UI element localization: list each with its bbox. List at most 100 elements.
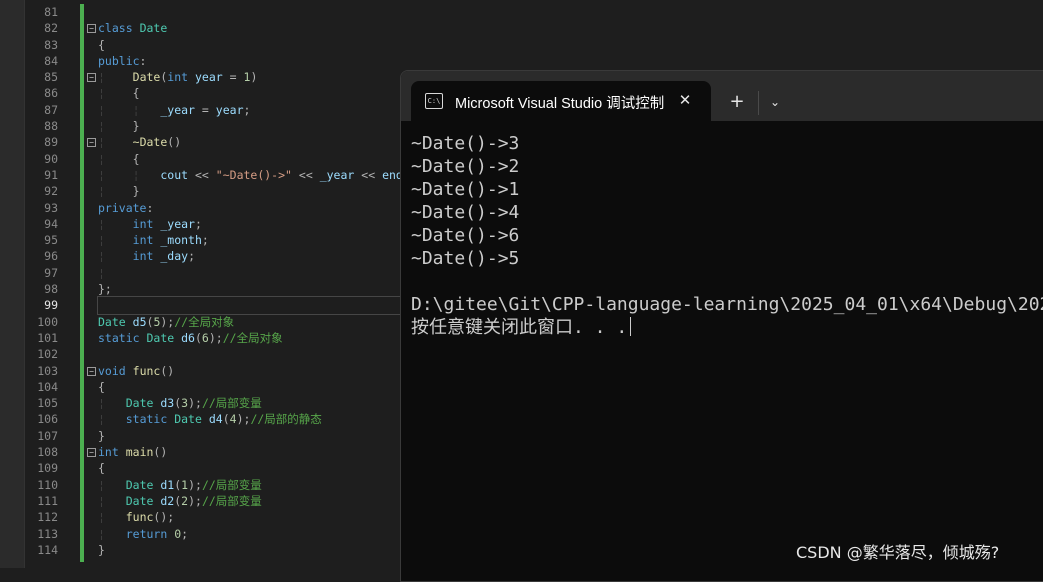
titlebar-divider: [758, 91, 759, 115]
code-text-area[interactable]: class Date { public: ¦ Date(int year = 1…: [97, 4, 417, 558]
line-number: 108: [37, 445, 58, 460]
code-line: int main(): [98, 445, 168, 460]
outlining-margin: − − − − −: [86, 4, 98, 460]
terminal-titlebar: C:\ Microsoft Visual Studio 调试控制台 ✕ + ⌄: [401, 71, 1043, 121]
code-line: ¦ }: [98, 119, 140, 134]
code-line: ¦ return 0;: [98, 526, 189, 541]
line-number: 104: [37, 379, 58, 394]
line-number: 88: [44, 119, 58, 134]
console-output-text: 按任意键关闭此窗口. . .: [411, 317, 628, 338]
line-number: 105: [37, 396, 58, 411]
code-line: ¦ ~Date(): [98, 135, 182, 150]
line-number: 98: [44, 282, 58, 297]
code-line: ¦ ¦ cout << "~Date()->" << _year << endl…: [98, 167, 417, 182]
code-line: ¦ ¦ _year = year;: [98, 102, 251, 117]
console-output[interactable]: ~Date()->3 ~Date()->2 ~Date()->1 ~Date()->4…: [411, 132, 1043, 339]
code-line: public:: [98, 53, 147, 68]
line-number: 89: [44, 135, 58, 150]
code-line: }: [98, 542, 105, 557]
code-line: void func(): [98, 363, 175, 378]
code-line: ¦ {: [98, 151, 140, 166]
code-line: ¦ func();: [98, 510, 175, 525]
line-number: 102: [37, 347, 58, 362]
code-line: ¦ {: [98, 86, 140, 101]
line-number: 109: [37, 461, 58, 476]
code-line: ¦ int _year;: [98, 216, 202, 231]
console-app-icon: C:\: [425, 93, 443, 109]
text-cursor: [630, 317, 632, 336]
code-line: class Date: [98, 21, 168, 36]
console-output-text: ~Date()->6: [411, 225, 520, 246]
line-number: 103: [37, 363, 58, 378]
line-number-gutter: 81 82 83 84 85 86 87 88 89 90 91 92 93 94 95 96 97 98 99 10…: [24, 4, 64, 558]
code-line: Date d5(5);//全局对象: [98, 314, 235, 329]
console-output-text: ~Date()->4: [411, 202, 520, 223]
console-output-line: 按任意键关闭此窗口. . .: [411, 316, 1043, 339]
code-line: {: [98, 379, 105, 394]
code-line: ¦ Date d3(3);//局部变量: [98, 396, 262, 411]
line-number: 90: [44, 151, 58, 166]
line-number: 99: [44, 298, 58, 313]
code-line: ¦ static Date d4(4);//局部的静态: [98, 412, 322, 427]
console-output-line: ~Date()->5: [411, 247, 1043, 270]
line-number: 85: [44, 70, 58, 85]
editor-margin: [0, 0, 25, 568]
tab-title: Microsoft Visual Studio 调试控制台: [455, 96, 665, 110]
current-code-line: [97, 296, 409, 315]
console-output-text: D:\gitee\Git\CPP-language-learning\2025_…: [411, 294, 1043, 315]
code-line: };: [98, 282, 112, 297]
line-number: 96: [44, 249, 58, 264]
line-number: 94: [44, 216, 58, 231]
console-output-line: ~Date()->3: [411, 132, 1043, 155]
line-number: 114: [37, 542, 58, 557]
close-tab-icon[interactable]: ✕: [675, 89, 695, 111]
line-number: 97: [44, 265, 58, 280]
line-number: 91: [44, 167, 58, 182]
console-output-text: ~Date()->1: [411, 179, 520, 200]
console-output-line: ~Date()->2: [411, 155, 1043, 178]
line-number: 93: [44, 200, 58, 215]
line-number: 111: [37, 493, 58, 508]
collapse-class-icon[interactable]: −: [87, 24, 96, 34]
line-number: 110: [37, 477, 58, 492]
code-line: {: [98, 37, 105, 52]
change-indicator-bar: [80, 4, 84, 562]
csdn-watermark: CSDN @繁华落尽，倾城殇?: [796, 543, 1000, 562]
line-number: 106: [37, 412, 58, 427]
code-line: ¦ int _month;: [98, 233, 209, 248]
collapse-destructor-icon[interactable]: −: [87, 138, 96, 148]
line-number: 101: [37, 330, 58, 345]
console-output-text: ~Date()->2: [411, 156, 520, 177]
console-output-line: ~Date()->6: [411, 224, 1043, 247]
line-number: 107: [37, 428, 58, 443]
console-output-line: ~Date()->4: [411, 201, 1043, 224]
line-number: 95: [44, 233, 58, 248]
line-number: 113: [37, 526, 58, 541]
console-output-line: ~Date()->1: [411, 178, 1043, 201]
console-output-text: ~Date()->5: [411, 248, 520, 269]
code-line: }: [98, 428, 105, 443]
chevron-down-icon[interactable]: ⌄: [765, 91, 785, 113]
line-number: 81: [44, 5, 58, 19]
code-line: ¦ Date(int year = 1): [98, 70, 258, 85]
collapse-main-icon[interactable]: −: [87, 448, 96, 458]
collapse-constructor-icon[interactable]: −: [87, 73, 96, 83]
debug-console-window[interactable]: C:\ Microsoft Visual Studio 调试控制台 ✕ + ⌄ …: [400, 70, 1043, 582]
line-number: 100: [37, 314, 58, 329]
collapse-func-icon[interactable]: −: [87, 366, 96, 376]
line-number: 87: [44, 102, 58, 117]
line-number: 82: [44, 21, 58, 36]
code-line: ¦ int _day;: [98, 249, 195, 264]
code-line: ¦ Date d2(2);//局部变量: [98, 493, 262, 508]
console-output-line: D:\gitee\Git\CPP-language-learning\2025_…: [411, 293, 1043, 316]
line-number: 83: [44, 37, 58, 52]
code-line: ¦ Date d1(1);//局部变量: [98, 477, 262, 492]
code-line: ¦ }: [98, 184, 140, 199]
code-line: static Date d6(6);//全局对象: [98, 330, 283, 345]
line-number: 92: [44, 184, 58, 199]
terminal-tab[interactable]: C:\ Microsoft Visual Studio 调试控制台 ✕: [411, 81, 711, 121]
new-tab-button[interactable]: +: [727, 91, 747, 113]
